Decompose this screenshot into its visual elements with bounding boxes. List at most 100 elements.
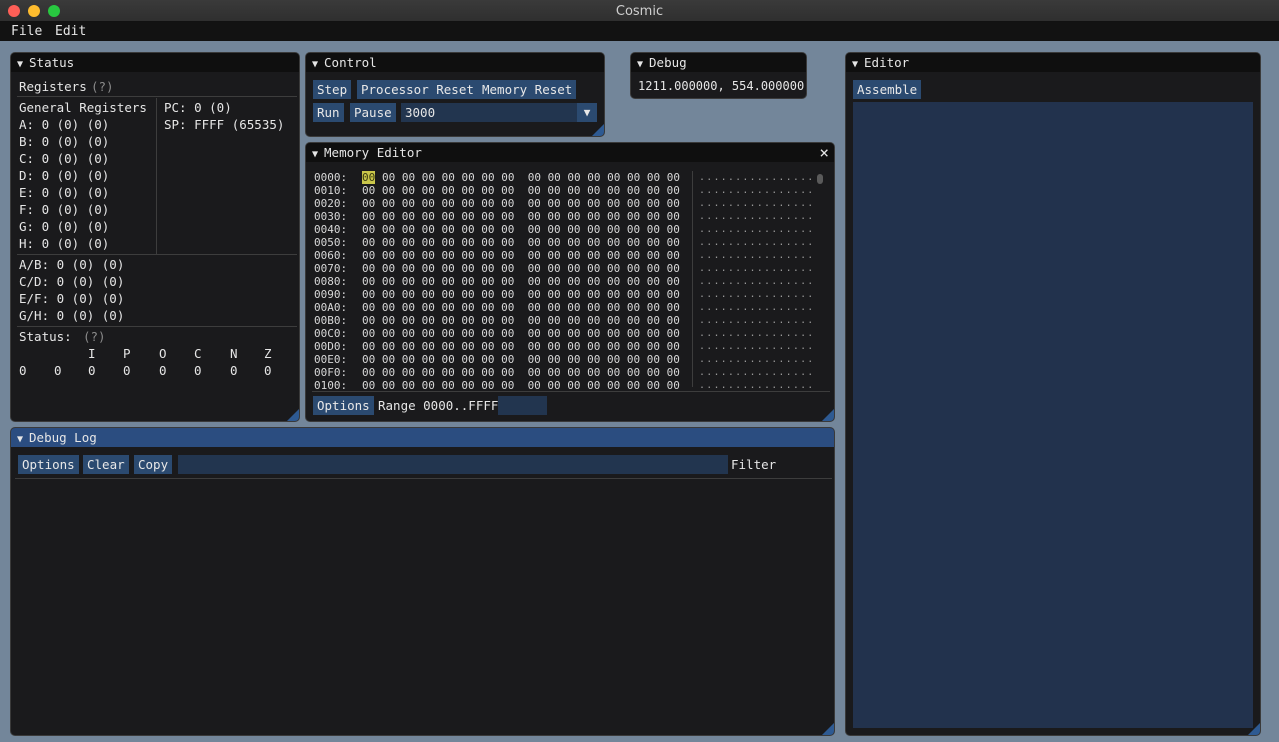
- resize-grip[interactable]: [592, 124, 604, 136]
- memory-bytes[interactable]: 00 00 00 00 00 00 00 00 00 00 00 00 00 0…: [362, 197, 680, 210]
- goto-address-input[interactable]: [498, 396, 547, 415]
- memory-bytes[interactable]: 00 00 00 00 00 00 00 00 00 00 00 00 00 0…: [362, 223, 680, 236]
- menu-bar: File Edit: [0, 22, 1279, 41]
- divider: [17, 96, 297, 97]
- control-window-header[interactable]: ▼ Control: [306, 53, 604, 72]
- step-button[interactable]: Step: [313, 80, 352, 99]
- control-window: ▼ Control Step Processor Reset Memory Res…: [305, 52, 605, 137]
- debug-log-window: ▼ Debug Log Options Clear Copy Filter: [10, 427, 835, 736]
- memory-reset-button[interactable]: Memory Reset: [478, 80, 577, 99]
- memory-bytes[interactable]: 00 00 00 00 00 00 00 00 00 00 00 00 00 0…: [382, 171, 680, 184]
- memory-bytes[interactable]: 00 00 00 00 00 00 00 00 00 00 00 00 00 0…: [362, 314, 680, 327]
- app-title: Cosmic: [615, 4, 664, 19]
- memory-ascii: ................: [699, 302, 815, 313]
- scrollbar-thumb[interactable]: [817, 174, 823, 184]
- register-g: G: 0 (0) (0): [19, 219, 110, 234]
- memory-ascii: ................: [699, 367, 815, 378]
- memory-ascii: ................: [699, 198, 815, 209]
- status-window-title: Status: [29, 55, 75, 70]
- flag-value: 0: [194, 363, 202, 378]
- debug-mouse-position: 1211.000000, 554.000000: [638, 79, 805, 93]
- resize-grip[interactable]: [822, 723, 834, 735]
- memory-bytes[interactable]: 00 00 00 00 00 00 00 00 00 00 00 00 00 0…: [362, 275, 680, 288]
- memory-bytes[interactable]: 00 00 00 00 00 00 00 00 00 00 00 00 00 0…: [362, 366, 680, 379]
- memory-bytes[interactable]: 00 00 00 00 00 00 00 00 00 00 00 00 00 0…: [362, 340, 680, 353]
- resize-grip[interactable]: [1248, 723, 1260, 735]
- memory-range-label: Range 0000..FFFF: [378, 398, 499, 413]
- collapse-triangle-icon[interactable]: ▼: [17, 430, 23, 449]
- debug-log-header[interactable]: ▼ Debug Log: [11, 428, 834, 447]
- memory-ascii: ................: [699, 185, 815, 196]
- log-options-button[interactable]: Options: [18, 455, 79, 474]
- memory-bytes[interactable]: 00 00 00 00 00 00 00 00 00 00 00 00 00 0…: [362, 236, 680, 249]
- memory-bytes[interactable]: 00 00 00 00 00 00 00 00 00 00 00 00 00 0…: [362, 184, 680, 197]
- speed-select[interactable]: 3000: [401, 103, 577, 122]
- collapse-triangle-icon[interactable]: ▼: [852, 55, 858, 74]
- processor-reset-button[interactable]: Processor Reset: [357, 80, 478, 99]
- memory-address: 00C0:: [314, 327, 348, 340]
- collapse-triangle-icon[interactable]: ▼: [17, 55, 23, 74]
- registers-help-icon[interactable]: (?): [91, 79, 114, 94]
- menu-file[interactable]: File: [11, 24, 42, 39]
- memory-editor-title: Memory Editor: [324, 145, 422, 160]
- register-h: H: 0 (0) (0): [19, 236, 110, 251]
- resize-grip[interactable]: [287, 409, 299, 421]
- code-editor-textarea[interactable]: [853, 102, 1253, 728]
- flag-value: 0: [54, 363, 62, 378]
- menu-edit[interactable]: Edit: [55, 24, 86, 39]
- status-window-header[interactable]: ▼ Status: [11, 53, 299, 72]
- memory-bytes[interactable]: 00 00 00 00 00 00 00 00 00 00 00 00 00 0…: [362, 301, 680, 314]
- memory-editor-window: ▼ Memory Editor × 0000: 00 00 00 00 00 00 0…: [305, 142, 835, 422]
- log-output-area[interactable]: [15, 480, 832, 730]
- editor-window: ▼ Editor Assemble: [845, 52, 1261, 736]
- memory-bytes[interactable]: 00 00 00 00 00 00 00 00 00 00 00 00 00 0…: [362, 210, 680, 223]
- collapse-triangle-icon[interactable]: ▼: [312, 145, 318, 164]
- register-e: E: 0 (0) (0): [19, 185, 110, 200]
- flag-name-c: C: [194, 346, 202, 361]
- memory-address: 00B0:: [314, 314, 348, 327]
- chevron-down-icon[interactable]: ▼: [577, 103, 597, 122]
- flag-value: 0: [159, 363, 167, 378]
- memory-bytes[interactable]: 00 00 00 00 00 00 00 00 00 00 00 00 00 0…: [362, 249, 680, 262]
- memory-address: 0050:: [314, 236, 348, 249]
- speed-select-value: 3000: [405, 105, 436, 120]
- memory-bytes[interactable]: 00 00 00 00 00 00 00 00 00 00 00 00 00 0…: [362, 262, 680, 275]
- log-filter-input[interactable]: [178, 455, 728, 474]
- log-clear-button[interactable]: Clear: [83, 455, 129, 474]
- general-registers-label: General Registers: [19, 100, 147, 115]
- flag-name-n: N: [230, 346, 238, 361]
- register-pair-gh: G/H: 0 (0) (0): [19, 308, 125, 323]
- divider: [312, 391, 830, 392]
- memory-bytes[interactable]: 00 00 00 00 00 00 00 00 00 00 00 00 00 0…: [362, 327, 680, 340]
- memory-address: 0010:: [314, 184, 348, 197]
- editor-window-header[interactable]: ▼ Editor: [846, 53, 1260, 72]
- memory-address: 0030:: [314, 210, 348, 223]
- assemble-button[interactable]: Assemble: [853, 80, 922, 99]
- memory-editor-header[interactable]: ▼ Memory Editor ×: [306, 143, 834, 162]
- debug-window-header[interactable]: ▼ Debug: [631, 53, 806, 72]
- memory-options-button[interactable]: Options: [313, 396, 374, 415]
- memory-bytes[interactable]: 00 00 00 00 00 00 00 00 00 00 00 00 00 0…: [362, 353, 680, 366]
- register-pair-ab: A/B: 0 (0) (0): [19, 257, 125, 272]
- flag-name-p: P: [123, 346, 131, 361]
- resize-grip[interactable]: [822, 409, 834, 421]
- collapse-triangle-icon[interactable]: ▼: [312, 55, 318, 74]
- memory-ascii: ................: [699, 354, 815, 365]
- window-titlebar: Cosmic: [0, 0, 1279, 22]
- memory-scrollbar[interactable]: [816, 171, 824, 387]
- flags-help-icon[interactable]: (?): [83, 329, 106, 344]
- memory-address: 0080:: [314, 275, 348, 288]
- close-icon[interactable]: ×: [819, 143, 829, 162]
- register-d: D: 0 (0) (0): [19, 168, 110, 183]
- memory-byte-selected[interactable]: 00: [362, 171, 376, 184]
- debug-window: ▼ Debug 1211.000000, 554.000000: [630, 52, 807, 99]
- run-button[interactable]: Run: [313, 103, 344, 122]
- divider: [156, 98, 157, 254]
- flag-value: 0: [230, 363, 238, 378]
- sp-register: SP: FFFF (65535): [164, 117, 285, 132]
- memory-address: 0020:: [314, 197, 348, 210]
- pause-button[interactable]: Pause: [350, 103, 396, 122]
- collapse-triangle-icon[interactable]: ▼: [637, 55, 643, 74]
- memory-bytes[interactable]: 00 00 00 00 00 00 00 00 00 00 00 00 00 0…: [362, 288, 680, 301]
- log-copy-button[interactable]: Copy: [134, 455, 173, 474]
